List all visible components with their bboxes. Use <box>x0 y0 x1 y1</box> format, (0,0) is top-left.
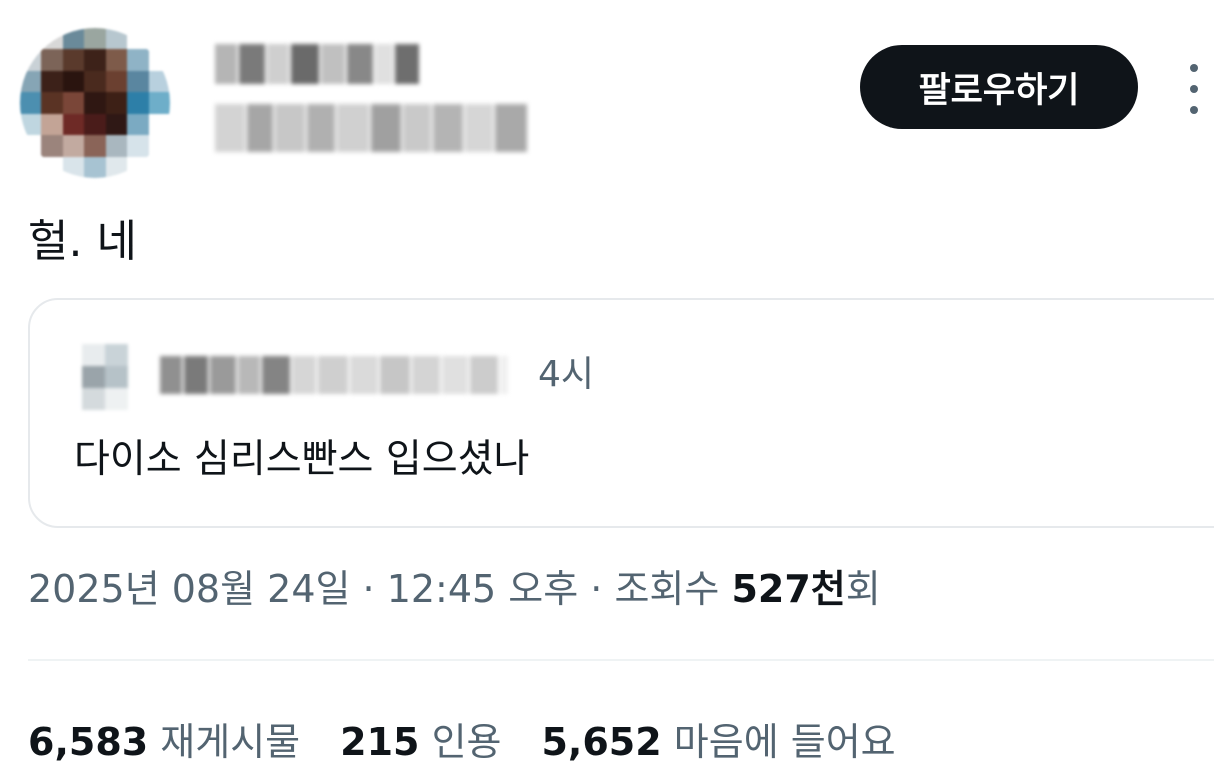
tweet-detail: 팔로우하기 헐. 네 4시 다이소 심리스빤스 입으셨나 2025년 08월 2… <box>0 0 1214 781</box>
likes-count: 5,652 <box>541 720 662 764</box>
meta-separator: · <box>350 567 387 611</box>
quotes-stat[interactable]: 215 인용 <box>340 716 501 768</box>
handle-redacted[interactable] <box>215 104 527 152</box>
retweets-stat[interactable]: 6,583 재게시물 <box>28 716 300 768</box>
tweet-date[interactable]: 2025년 08월 24일 <box>28 567 350 611</box>
divider <box>28 659 1214 661</box>
retweets-count: 6,583 <box>28 720 149 764</box>
quoted-text: 다이소 심리스빤스 입으셨나 <box>74 437 530 482</box>
views-count: 527천 <box>731 567 846 611</box>
follow-button[interactable]: 팔로우하기 <box>860 45 1138 129</box>
retweets-label: 재게시물 <box>160 720 301 764</box>
likes-stat[interactable]: 5,652 마음에 들어요 <box>541 716 895 768</box>
engagement-stats: 6,583 재게시물 215 인용 5,652 마음에 들어요 <box>28 716 896 768</box>
avatar[interactable] <box>20 28 170 178</box>
tweet-meta: 2025년 08월 24일 · 12:45 오후 · 조회수 527천회 <box>28 563 881 615</box>
tweet-time[interactable]: 12:45 오후 <box>387 567 579 611</box>
quoted-time[interactable]: 4시 <box>538 352 594 398</box>
quoted-avatar <box>82 344 128 410</box>
display-name-redacted[interactable] <box>215 44 419 84</box>
views-label: 조회수 <box>614 567 732 611</box>
quoted-name-redacted <box>160 356 508 394</box>
views-suffix: 회 <box>845 567 881 611</box>
meta-separator: · <box>578 567 615 611</box>
more-vertical-icon[interactable] <box>1180 64 1208 114</box>
quotes-count: 215 <box>340 720 420 764</box>
quotes-label: 인용 <box>431 720 502 764</box>
quoted-tweet-card[interactable]: 4시 다이소 심리스빤스 입으셨나 <box>28 298 1214 528</box>
likes-label: 마음에 들어요 <box>673 720 896 764</box>
tweet-text: 헐. 네 <box>28 216 137 267</box>
